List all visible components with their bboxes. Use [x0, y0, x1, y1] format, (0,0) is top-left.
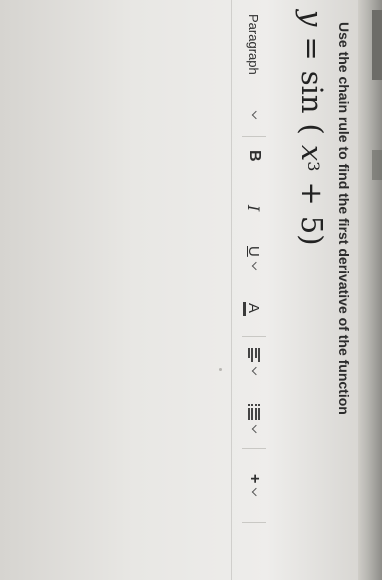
bold-icon: B — [246, 150, 263, 162]
text-color-button[interactable]: A — [232, 302, 276, 316]
equation-constant: 5 — [295, 215, 329, 235]
window-frame — [358, 0, 382, 580]
toolbar-divider — [242, 448, 266, 449]
function-equation: y = sin ( x3 + 5 ) — [290, 10, 334, 246]
toolbar-divider — [242, 336, 266, 337]
underline-button[interactable]: U — [232, 246, 276, 271]
toolbar-divider — [242, 522, 266, 523]
insert-dropdown[interactable]: + — [232, 474, 276, 497]
chevron-down-icon — [251, 488, 261, 497]
text-color-icon: A — [243, 302, 263, 316]
list-dropdown[interactable] — [232, 404, 276, 434]
list-icon — [248, 404, 260, 420]
text-cursor-mark — [219, 368, 222, 371]
frame-tab — [372, 10, 382, 80]
equation-base: x — [295, 144, 329, 162]
bold-button[interactable]: B — [232, 150, 276, 162]
paragraph-label: Paragraph — [246, 14, 262, 75]
equation-equals: = — [295, 36, 329, 61]
chevron-down-icon — [251, 261, 261, 271]
align-dropdown[interactable] — [232, 348, 276, 376]
plus-icon: + — [246, 474, 263, 484]
equation-close-paren: ) — [295, 234, 329, 246]
editor-toolbar: Paragraph B I U A + — [231, 0, 276, 580]
equation-open-paren: ( — [295, 123, 329, 135]
chevron-down-icon — [251, 110, 261, 120]
paragraph-dropdown[interactable]: Paragraph — [232, 14, 276, 75]
paragraph-dropdown-toggle[interactable] — [232, 106, 276, 120]
rotated-screen: Use the chain rule to find the first der… — [0, 0, 382, 580]
answer-editor-area[interactable] — [0, 0, 230, 580]
chevron-down-icon — [251, 366, 261, 376]
toolbar-divider — [242, 136, 266, 137]
chevron-down-icon — [251, 424, 261, 434]
equation-function: sin — [295, 70, 329, 114]
underline-icon: U — [245, 246, 263, 257]
equation-plus: + — [295, 181, 329, 206]
italic-button[interactable]: I — [232, 205, 276, 211]
equation-exponent: 3 — [304, 161, 324, 172]
align-left-icon — [248, 348, 260, 362]
equation-lhs: y — [295, 10, 329, 27]
italic-icon: I — [244, 205, 264, 212]
question-text: Use the chain rule to find the first der… — [336, 22, 352, 415]
frame-tab — [372, 150, 382, 180]
